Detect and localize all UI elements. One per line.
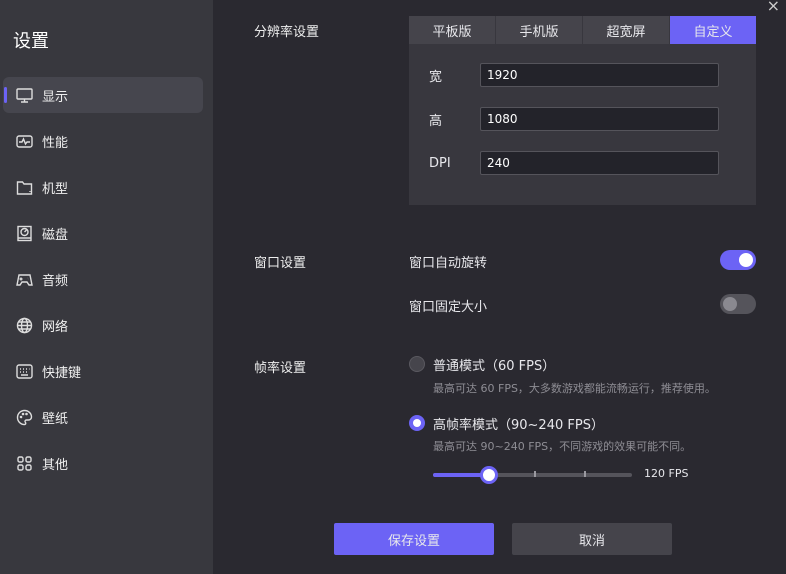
- sidebar-nav: 显示 性能 机型 磁盘 音频 网络 快捷键 壁纸 其他: [3, 77, 203, 491]
- sidebar-item-label: 显示: [42, 89, 69, 105]
- fixed-size-label: 窗口固定大小: [409, 300, 488, 315]
- high-fps-mode-desc: 最高可达 90~240 FPS，不同游戏的效果可能不同。: [433, 440, 692, 453]
- normal-mode-title: 普通模式（60 FPS）: [433, 359, 556, 374]
- resolution-label: 分辨率设置: [254, 25, 320, 40]
- toggle-knob: [723, 297, 737, 311]
- width-input[interactable]: [480, 63, 719, 87]
- slider-thumb[interactable]: [479, 466, 498, 484]
- sidebar-item-label: 性能: [42, 135, 69, 151]
- resolution-panel: 平板版 手机版 超宽屏 自定义 宽 高 DPI: [409, 16, 756, 205]
- palette-icon: [16, 409, 33, 425]
- tab-custom[interactable]: 自定义: [670, 16, 756, 44]
- sidebar-item-label: 其他: [42, 457, 69, 473]
- close-icon[interactable]: ×: [767, 0, 780, 15]
- resolution-tabs: 平板版 手机版 超宽屏 自定义: [409, 16, 756, 44]
- sidebar-item-label: 网络: [42, 319, 69, 335]
- dpi-input[interactable]: [480, 151, 719, 175]
- sidebar-item-label: 壁纸: [42, 411, 69, 427]
- dpi-label: DPI: [429, 155, 451, 171]
- sidebar-item-other[interactable]: 其他: [3, 445, 203, 481]
- fps-slider[interactable]: [433, 466, 632, 484]
- monitor-icon: [16, 87, 33, 103]
- globe-icon: [16, 317, 33, 333]
- sidebar-item-shortcuts[interactable]: 快捷键: [3, 353, 203, 389]
- tab-tablet[interactable]: 平板版: [409, 16, 495, 44]
- window-label: 窗口设置: [254, 256, 307, 271]
- performance-icon: [16, 134, 33, 148]
- folder-icon: [16, 180, 33, 195]
- high-fps-mode-radio[interactable]: [409, 415, 425, 431]
- sidebar-item-disk[interactable]: 磁盘: [3, 215, 203, 251]
- sidebar-item-label: 音频: [42, 273, 69, 289]
- save-button[interactable]: 保存设置: [334, 523, 494, 555]
- disk-icon: [17, 225, 32, 241]
- sidebar-item-label: 机型: [42, 181, 69, 197]
- width-row: 宽: [429, 63, 719, 87]
- auto-rotate-label: 窗口自动旋转: [409, 256, 488, 271]
- sidebar-item-audio[interactable]: 音频: [3, 261, 203, 297]
- sidebar-item-wallpaper[interactable]: 壁纸: [3, 399, 203, 435]
- sidebar-item-display[interactable]: 显示: [3, 77, 203, 113]
- keyboard-icon: [16, 363, 33, 379]
- high-fps-mode-title: 高帧率模式（90~240 FPS）: [433, 418, 604, 433]
- normal-mode-desc: 最高可达 60 FPS，大多数游戏都能流畅运行，推荐使用。: [433, 382, 716, 395]
- width-label: 宽: [429, 69, 443, 85]
- slider-tick: [534, 471, 537, 477]
- sidebar-item-label: 快捷键: [42, 365, 82, 381]
- fps-slider-value: 120 FPS: [644, 467, 689, 480]
- sidebar-item-network[interactable]: 网络: [3, 307, 203, 343]
- dpi-row: DPI: [429, 151, 719, 175]
- height-row: 高: [429, 107, 719, 131]
- sidebar-item-performance[interactable]: 性能: [3, 123, 203, 159]
- tab-phone[interactable]: 手机版: [496, 16, 582, 44]
- toggle-knob: [739, 253, 753, 267]
- tab-ultrawide[interactable]: 超宽屏: [583, 16, 669, 44]
- sidebar-item-model[interactable]: 机型: [3, 169, 203, 205]
- gamepad-icon: [16, 273, 33, 286]
- fixed-size-toggle[interactable]: [720, 294, 756, 314]
- slider-tick: [584, 471, 587, 477]
- auto-rotate-toggle[interactable]: [720, 250, 756, 270]
- height-input[interactable]: [480, 107, 719, 131]
- sidebar-title: 设置: [13, 31, 49, 52]
- sidebar-item-label: 磁盘: [42, 227, 69, 243]
- cancel-button[interactable]: 取消: [512, 523, 672, 555]
- fps-label: 帧率设置: [254, 361, 307, 376]
- height-label: 高: [429, 113, 443, 129]
- sidebar: 设置 显示 性能 机型 磁盘 音频 网络 快捷键 壁纸 其他: [0, 0, 213, 574]
- normal-mode-radio[interactable]: [409, 356, 425, 372]
- grid-icon: [17, 455, 32, 471]
